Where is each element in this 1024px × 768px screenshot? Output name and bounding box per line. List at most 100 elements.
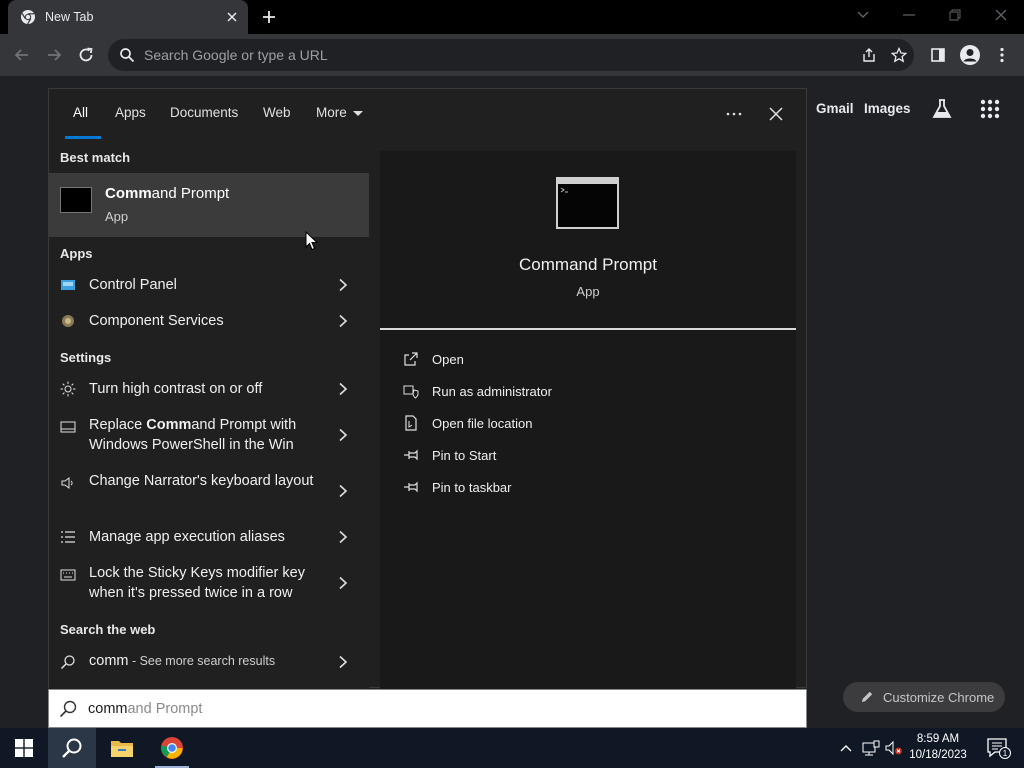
open-icon <box>402 350 420 368</box>
filter-web-tab[interactable]: Web <box>263 105 291 120</box>
settings-result-text: Replace <box>89 417 147 433</box>
forward-icon[interactable] <box>40 41 68 69</box>
app-result-label: Control Panel <box>89 277 177 293</box>
profile-avatar-icon[interactable] <box>956 41 984 69</box>
action-open-file-location[interactable]: Open file location <box>402 411 532 435</box>
browser-tab[interactable]: New Tab <box>8 0 248 34</box>
back-icon[interactable] <box>8 41 36 69</box>
clock-date: 10/18/2023 <box>909 749 967 761</box>
clock-time: 8:59 AM <box>916 733 960 745</box>
settings-result-label: Manage app execution aliases <box>89 527 321 547</box>
search-icon <box>120 48 135 63</box>
images-link[interactable]: Images <box>864 101 911 116</box>
control-panel-icon <box>60 277 76 293</box>
windows-search-panel: All Apps Documents Web More Best match C… <box>48 88 807 689</box>
web-search-result[interactable]: comm - See more search results <box>49 645 369 681</box>
web-result-query: comm <box>89 653 129 669</box>
more-options-icon[interactable] <box>719 101 749 127</box>
side-panel-icon[interactable] <box>924 41 952 69</box>
settings-result-high-contrast[interactable]: Turn high contrast on or off <box>49 371 369 407</box>
settings-result-app-aliases[interactable]: Manage app execution aliases <box>49 519 369 555</box>
search-autocomplete-text: and Prompt <box>127 700 203 717</box>
settings-result-sticky-keys[interactable]: Lock the Sticky Keys modifier key when i… <box>49 555 369 611</box>
file-explorer-icon[interactable] <box>98 728 146 768</box>
filter-apps-tab[interactable]: Apps <box>115 105 146 120</box>
preview-subtitle: App <box>576 284 600 299</box>
action-label: Pin to taskbar <box>432 479 512 495</box>
chevron-right-icon[interactable] <box>337 655 349 669</box>
chevron-down-icon <box>352 110 363 116</box>
pencil-icon <box>862 691 873 702</box>
windows-search-box[interactable]: comm and Prompt <box>48 689 807 728</box>
reload-icon[interactable] <box>72 41 100 69</box>
action-run-as-admin[interactable]: Run as administrator <box>402 379 552 403</box>
notification-count: 1 <box>1003 749 1008 758</box>
action-label: Pin to Start <box>432 447 497 463</box>
action-pin-to-taskbar[interactable]: Pin to taskbar <box>402 475 512 499</box>
taskbar-search-icon[interactable] <box>48 728 96 768</box>
labs-flask-icon[interactable] <box>930 97 954 121</box>
settings-result-text: Change Narrator's keyboard layout <box>89 473 314 489</box>
filter-documents-tab[interactable]: Documents <box>170 105 238 120</box>
taskbar-clock[interactable]: 8:59 AM 10/18/2023 <box>902 731 974 763</box>
best-match-subtitle: App <box>105 209 129 224</box>
share-icon[interactable] <box>854 40 884 70</box>
close-search-icon[interactable] <box>761 101 791 127</box>
desktop-screen: New Tab Search Google or type a URL Gmai… <box>0 0 1024 768</box>
minimize-icon[interactable] <box>886 0 932 30</box>
action-label: Run as administrator <box>432 383 552 399</box>
filter-more-dropdown[interactable]: More <box>316 105 363 120</box>
settings-result-label: Replace Command Prompt with Windows Powe… <box>89 415 321 455</box>
action-pin-to-start[interactable]: Pin to Start <box>402 443 496 467</box>
new-tab-icon[interactable] <box>257 5 281 29</box>
browser-title-bar: New Tab <box>0 0 1024 34</box>
customize-chrome-button[interactable]: Customize Chrome <box>843 682 1005 712</box>
close-tab-icon[interactable] <box>218 3 246 31</box>
chevron-right-icon[interactable] <box>337 278 349 292</box>
chrome-taskbar-icon[interactable] <box>148 728 196 768</box>
network-icon[interactable] <box>859 728 883 768</box>
settings-result-replace-cmd[interactable]: Replace Command Prompt with Windows Powe… <box>49 407 369 463</box>
list-icon <box>60 529 76 545</box>
chevron-right-icon[interactable] <box>337 428 349 442</box>
address-bar[interactable]: Search Google or type a URL <box>108 39 914 71</box>
windows-taskbar: 8:59 AM 10/18/2023 1 <box>0 728 1024 768</box>
settings-result-label: Turn high contrast on or off <box>89 379 321 399</box>
bookmark-star-icon[interactable] <box>884 40 914 70</box>
result-preview-pane: Command Prompt App Open Run as administr… <box>380 151 796 689</box>
best-match-result[interactable]: Command Prompt App <box>49 173 369 237</box>
gmail-link[interactable]: Gmail <box>816 101 854 116</box>
close-window-icon[interactable] <box>978 0 1024 30</box>
restore-icon[interactable] <box>932 0 978 30</box>
best-match-title: Command Prompt <box>105 185 229 202</box>
search-filter-bar: All Apps Documents Web More <box>49 89 806 151</box>
google-apps-icon[interactable] <box>979 98 1001 120</box>
notifications-icon[interactable]: 1 <box>978 728 1018 768</box>
chrome-menu-icon[interactable] <box>988 41 1016 69</box>
chevron-right-icon[interactable] <box>337 382 349 396</box>
best-match-title-rest: and Prompt <box>151 185 230 202</box>
show-hidden-icons-icon[interactable] <box>834 728 858 768</box>
command-prompt-large-icon <box>556 177 619 229</box>
chevron-right-icon[interactable] <box>337 576 349 590</box>
component-services-icon <box>60 313 76 329</box>
chevron-right-icon[interactable] <box>337 530 349 544</box>
action-label: Open file location <box>432 415 533 431</box>
chevron-right-icon[interactable] <box>337 314 349 328</box>
settings-result-bold: Comm <box>146 417 192 433</box>
keyboard-icon <box>60 567 76 583</box>
chevron-right-icon[interactable] <box>337 484 349 498</box>
taskbar-settings-icon <box>60 419 76 435</box>
action-open[interactable]: Open <box>402 347 464 371</box>
narrator-icon <box>60 475 76 491</box>
tab-search-icon[interactable] <box>840 0 886 30</box>
chrome-favicon-icon <box>21 10 35 25</box>
app-result-component-services[interactable]: Component Services <box>49 303 369 339</box>
app-result-control-panel[interactable]: Control Panel <box>49 267 369 303</box>
settings-result-text: Turn high contrast on or off <box>89 381 263 397</box>
filter-all-tab[interactable]: All <box>73 105 88 120</box>
windows-start-icon[interactable] <box>0 728 48 768</box>
shield-icon <box>402 382 420 400</box>
settings-result-narrator[interactable]: Change Narrator's keyboard layout <box>49 463 369 519</box>
settings-result-label: Lock the Sticky Keys modifier key when i… <box>89 563 321 603</box>
